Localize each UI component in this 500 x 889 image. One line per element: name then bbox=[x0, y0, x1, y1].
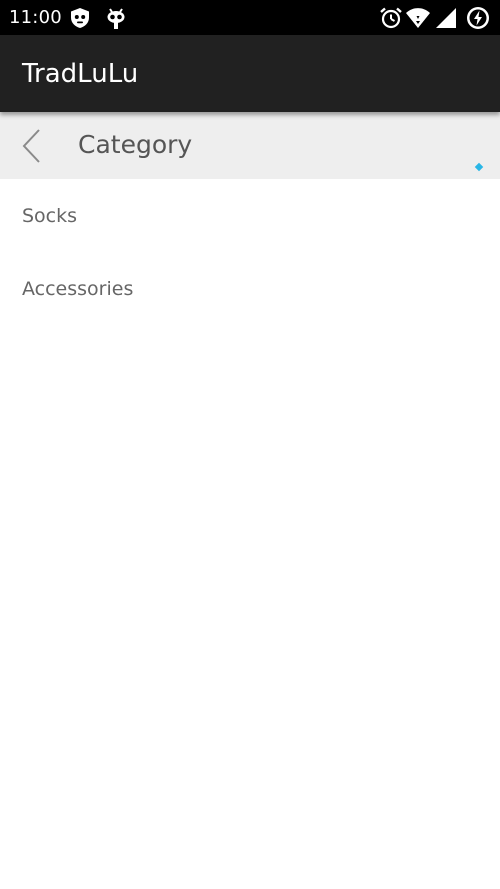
app-title: TradLuLu bbox=[22, 59, 139, 89]
shield-face-icon bbox=[71, 8, 89, 28]
cell-signal-icon bbox=[436, 8, 456, 28]
category-header: Category bbox=[0, 112, 500, 179]
page-title: Category bbox=[78, 130, 193, 159]
category-list: Socks Accessories bbox=[0, 179, 500, 325]
category-label: Socks bbox=[22, 205, 78, 227]
bug-face-icon bbox=[107, 8, 125, 29]
list-item[interactable]: Socks bbox=[0, 179, 500, 252]
status-time: 11:00 bbox=[9, 7, 62, 28]
status-bar: 11:00 bbox=[0, 0, 500, 35]
loading-indicator bbox=[474, 162, 484, 172]
app-bar: TradLuLu bbox=[0, 35, 500, 112]
category-label: Accessories bbox=[22, 278, 134, 300]
back-button[interactable] bbox=[14, 124, 54, 168]
chevron-left-icon bbox=[22, 129, 40, 163]
alarm-clock-icon bbox=[380, 7, 402, 29]
wifi-icon bbox=[406, 8, 430, 28]
list-item[interactable]: Accessories bbox=[0, 252, 500, 325]
battery-charging-icon bbox=[467, 7, 489, 29]
